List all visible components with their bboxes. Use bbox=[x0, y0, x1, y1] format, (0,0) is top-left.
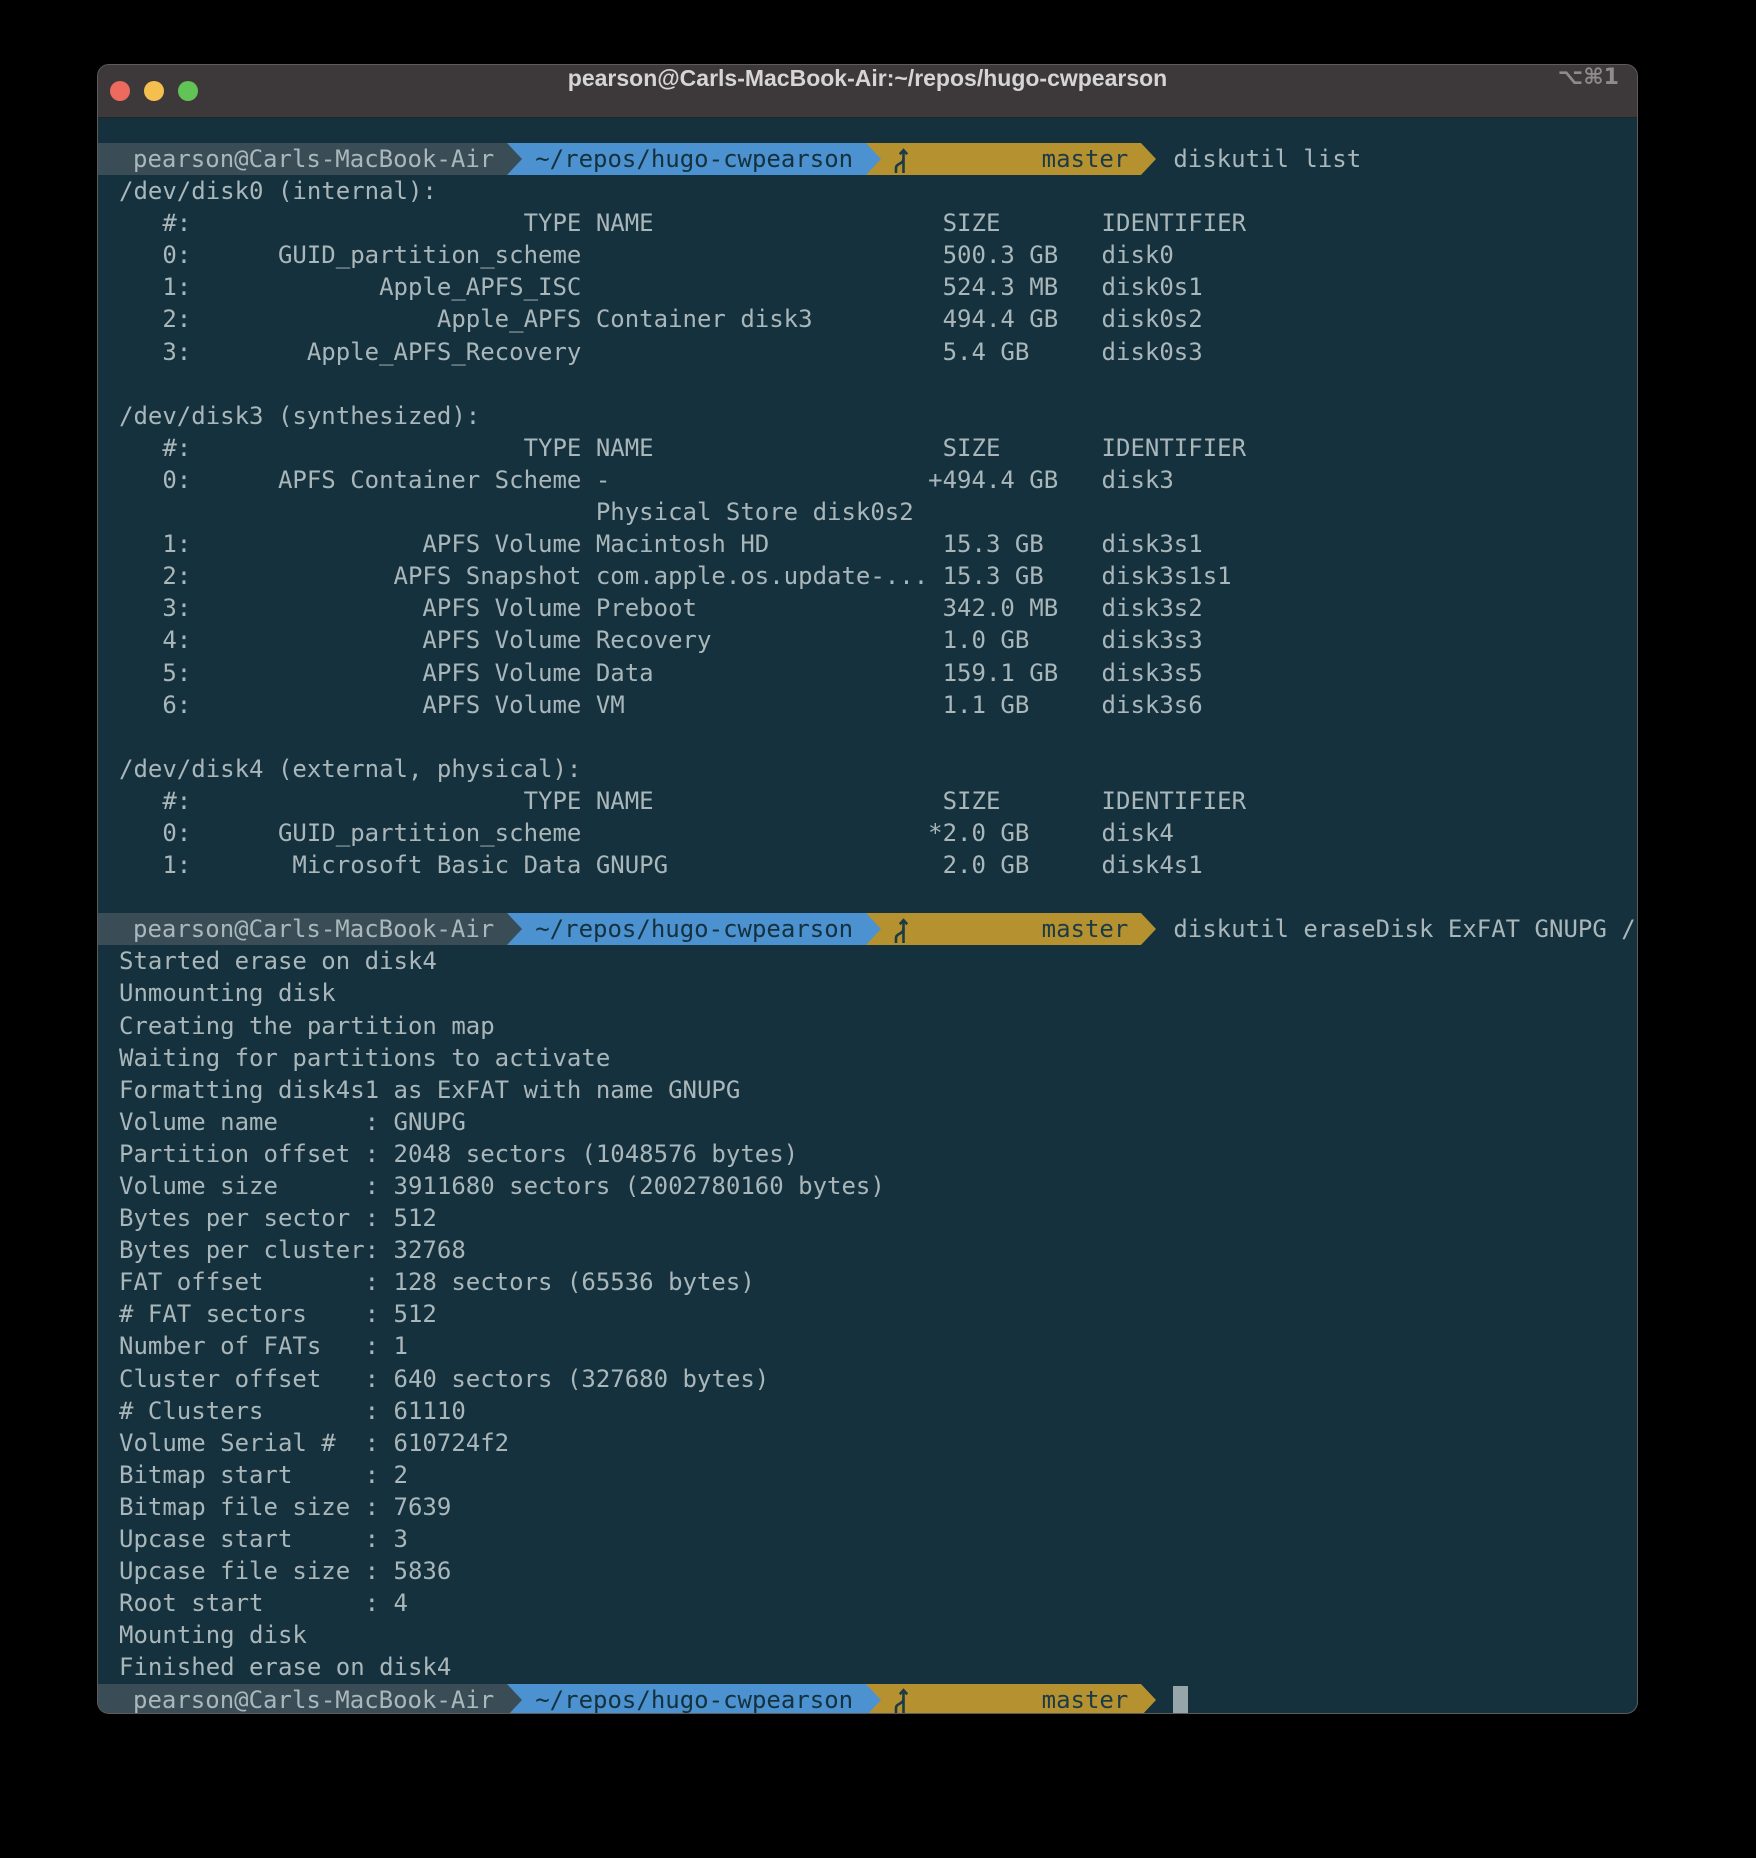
prompt-git-segment: master bbox=[881, 913, 1141, 945]
powerline-arrow-icon bbox=[507, 913, 522, 945]
prompt-user-host: pearson@Carls-MacBook-Air bbox=[98, 913, 507, 945]
prompt-git-branch: master bbox=[1042, 143, 1129, 175]
window-title: pearson@Carls-MacBook-Air:~/repos/hugo-c… bbox=[98, 65, 1637, 117]
git-branch-icon bbox=[890, 851, 1035, 1008]
prompt-user-host: pearson@Carls-MacBook-Air bbox=[98, 1684, 507, 1714]
powerline-arrow-icon bbox=[1141, 913, 1156, 945]
prompt-directory: ~/repos/hugo-cwpearson bbox=[522, 143, 866, 175]
git-branch-icon bbox=[890, 1621, 1035, 1713]
powerline-arrow-icon bbox=[866, 1684, 881, 1714]
prompt-git-branch: master bbox=[1042, 1684, 1129, 1714]
powerline-arrow-icon bbox=[866, 913, 881, 945]
prompt-directory: ~/repos/hugo-cwpearson bbox=[522, 1684, 866, 1714]
prompt-git-branch: master bbox=[1042, 913, 1129, 945]
terminal-window: pearson@Carls-MacBook-Air:~/repos/hugo-c… bbox=[97, 64, 1638, 1714]
prompt-line-current[interactable]: pearson@Carls-MacBook-Air ~/repos/hugo-c… bbox=[98, 1684, 1637, 1714]
powerline-arrow-icon bbox=[507, 143, 522, 175]
terminal-content[interactable]: pearson@Carls-MacBook-Air ~/repos/hugo-c… bbox=[98, 118, 1637, 1713]
terminal-cursor bbox=[1173, 1686, 1187, 1713]
prompt-directory: ~/repos/hugo-cwpearson bbox=[522, 913, 866, 945]
prompt-line-2: pearson@Carls-MacBook-Air ~/repos/hugo-c… bbox=[98, 913, 1637, 945]
prompt-git-segment: master bbox=[881, 1684, 1141, 1714]
prompt-line-1: pearson@Carls-MacBook-Air ~/repos/hugo-c… bbox=[98, 143, 1637, 175]
powerline-arrow-icon bbox=[1141, 1684, 1156, 1714]
tab-shortcut-badge: ⌥⌘1 bbox=[1558, 65, 1619, 117]
desktop: { "window": { "title": "pearson@Carls-Ma… bbox=[0, 0, 1756, 1858]
powerline-arrow-icon bbox=[1141, 143, 1156, 175]
window-titlebar[interactable]: pearson@Carls-MacBook-Air:~/repos/hugo-c… bbox=[98, 65, 1637, 118]
prompt-git-segment: master bbox=[881, 143, 1141, 175]
powerline-arrow-icon bbox=[507, 1684, 522, 1714]
prompt-user-host: pearson@Carls-MacBook-Air bbox=[98, 143, 507, 175]
diskutil-list-output: /dev/disk0 (internal): #: TYPE NAME SIZE… bbox=[98, 175, 1637, 881]
command-text: diskutil list bbox=[1173, 143, 1361, 175]
command-text: diskutil eraseDisk ExFAT GNUPG /dev/disk… bbox=[1173, 913, 1637, 945]
diskutil-erase-output: Started erase on disk4 Unmounting disk C… bbox=[98, 945, 1637, 1683]
powerline-arrow-icon bbox=[866, 143, 881, 175]
